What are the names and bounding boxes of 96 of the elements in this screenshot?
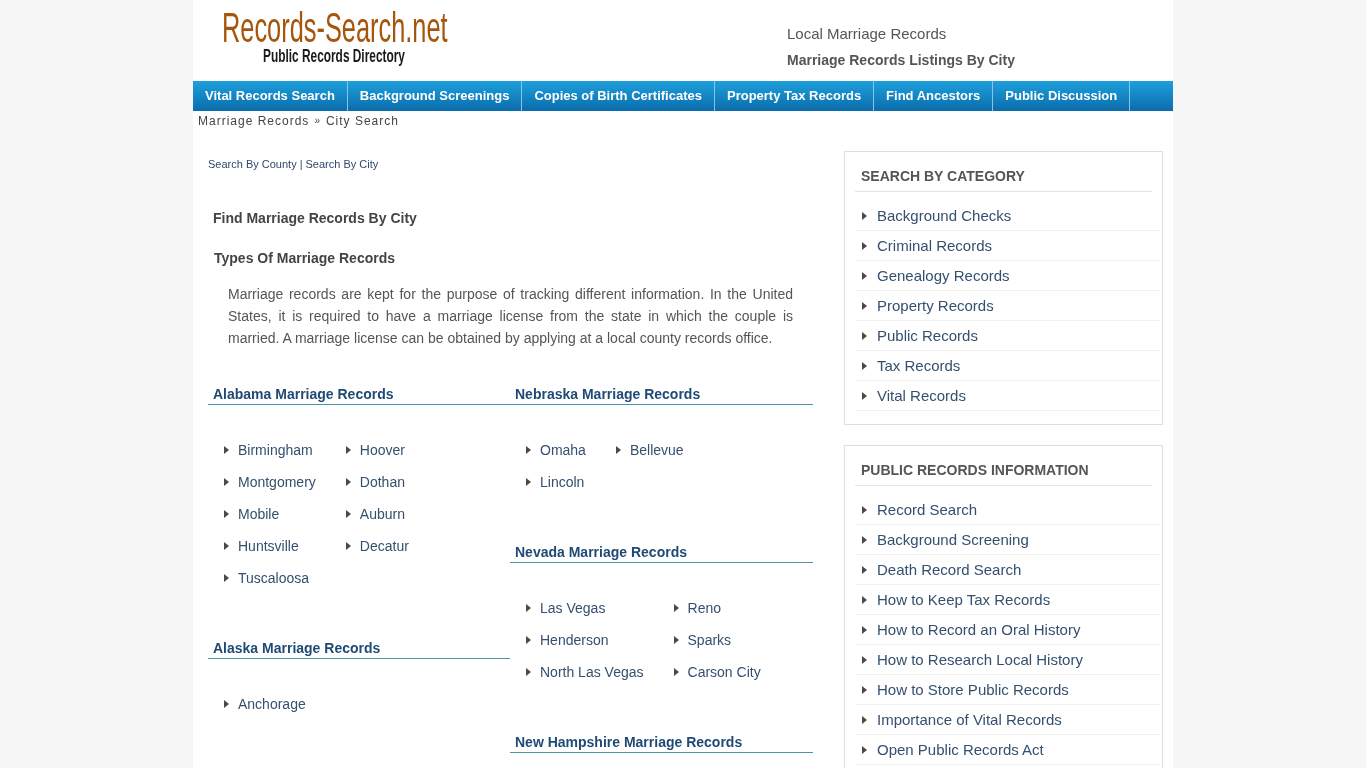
- breadcrumb-link[interactable]: Marriage Records: [198, 111, 310, 131]
- city-link[interactable]: Hoover: [359, 440, 405, 460]
- state-heading: New Hampshire Marriage Records: [510, 732, 813, 753]
- caret-icon: [526, 478, 531, 486]
- state-heading: Alabama Marriage Records: [208, 384, 510, 405]
- breadcrumb-current: City Search: [325, 113, 399, 130]
- city-link[interactable]: Anchorage: [238, 694, 306, 714]
- menu-link[interactable]: Public Discussion: [993, 81, 1131, 111]
- menu-link[interactable]: Vital Records Search: [193, 81, 348, 111]
- caret-icon: [862, 535, 867, 544]
- sidebar-link[interactable]: Property Records: [877, 291, 994, 320]
- caret-icon: [862, 271, 867, 280]
- caret-icon: [673, 604, 679, 612]
- caret-icon: [862, 211, 867, 220]
- sidebar-link[interactable]: Open Public Records Act: [877, 735, 1044, 764]
- caret-icon: [224, 478, 229, 486]
- menu-link[interactable]: Find Ancestors: [874, 81, 994, 111]
- city-link[interactable]: Reno: [687, 598, 721, 618]
- caret-icon: [862, 301, 867, 310]
- caret-icon: [224, 700, 229, 708]
- city-link[interactable]: Carson City: [687, 662, 761, 682]
- caret-icon: [862, 655, 867, 664]
- caret-icon: [224, 510, 229, 518]
- sidebar-link[interactable]: Genealogy Records: [877, 261, 1010, 290]
- caret-icon: [345, 478, 351, 486]
- sidebar-link[interactable]: Death Record Search: [877, 555, 1022, 584]
- sidebar-link[interactable]: Tax Records: [877, 351, 961, 380]
- city-link[interactable]: Montgomery: [238, 472, 316, 492]
- caret-icon: [345, 446, 351, 454]
- sidebar-link[interactable]: Background Screening: [877, 525, 1029, 554]
- caret-icon: [673, 668, 679, 676]
- sidebar-link[interactable]: Record Search: [877, 495, 978, 524]
- search-link[interactable]: Search By City: [305, 157, 379, 172]
- state-heading: Alaska Marriage Records: [208, 638, 510, 659]
- caret-icon: [224, 574, 229, 582]
- sidebar-link[interactable]: How to Research Local History: [877, 645, 1083, 674]
- caret-icon: [862, 625, 867, 634]
- caret-icon: [345, 510, 351, 518]
- header-heading: Marriage Records Listings By City: [787, 51, 1015, 70]
- sidebar-link[interactable]: Background Checks: [877, 201, 1012, 230]
- article-paragraph: Marriage records are kept for the purpose of tracking different information. In the United States, it is required to have a marriage license from the state in which the couple is married. A marriage license can be obtained by applying at a local county records office.: [228, 285, 793, 348]
- sidebar-link[interactable]: Vital Records: [877, 381, 966, 410]
- site-logo[interactable]: Records-Search.net: [222, 6, 448, 49]
- caret-icon: [862, 685, 867, 694]
- panel-title: PUBLIC RECORDS INFORMATION: [860, 461, 1090, 480]
- header-subtitle: Local Marriage Records: [787, 24, 948, 44]
- caret-icon: [526, 446, 531, 454]
- caret-icon: [862, 505, 867, 514]
- sidebar-link[interactable]: How to Record an Oral History: [877, 615, 1081, 644]
- caret-icon: [862, 391, 867, 400]
- menu-link[interactable]: Property Tax Records: [714, 81, 875, 111]
- caret-icon: [862, 361, 867, 370]
- sidebar-link[interactable]: Importance of Vital Records: [877, 705, 1062, 734]
- city-link[interactable]: Mobile: [238, 504, 280, 524]
- caret-icon: [526, 668, 531, 676]
- link-separator: |: [299, 157, 303, 172]
- menu-link[interactable]: Background Screenings: [347, 81, 523, 111]
- caret-icon: [673, 636, 679, 644]
- caret-icon: [862, 745, 867, 754]
- sidebar-link[interactable]: Public Records: [877, 321, 978, 350]
- section-heading: Types Of Marriage Records: [214, 249, 397, 268]
- state-heading: Nebraska Marriage Records: [510, 384, 813, 405]
- city-link[interactable]: Birmingham: [238, 440, 313, 460]
- sidebar-link[interactable]: How to Keep Tax Records: [877, 585, 1051, 614]
- city-link[interactable]: North Las Vegas: [540, 662, 644, 682]
- caret-icon: [526, 636, 531, 644]
- caret-icon: [862, 595, 867, 604]
- caret-icon: [615, 446, 621, 454]
- caret-icon: [224, 446, 229, 454]
- city-link[interactable]: Huntsville: [238, 536, 299, 556]
- search-link[interactable]: Search By County: [208, 157, 297, 172]
- sidebar-link[interactable]: Criminal Records: [877, 231, 993, 260]
- city-link[interactable]: Sparks: [687, 630, 732, 650]
- city-link[interactable]: Auburn: [359, 504, 405, 524]
- city-link[interactable]: Decatur: [359, 536, 409, 556]
- panel-title: SEARCH BY CATEGORY: [860, 167, 1026, 186]
- sidebar-link[interactable]: How to Store Public Records: [877, 675, 1069, 704]
- caret-icon: [862, 715, 867, 724]
- caret-icon: [862, 331, 867, 340]
- caret-icon: [224, 542, 229, 550]
- caret-icon: [862, 565, 867, 574]
- state-heading: Nevada Marriage Records: [510, 542, 813, 563]
- city-link[interactable]: Bellevue: [629, 440, 684, 460]
- city-link[interactable]: Las Vegas: [540, 598, 606, 618]
- city-link[interactable]: Omaha: [540, 440, 586, 460]
- breadcrumb-separator: »: [314, 114, 321, 128]
- caret-icon: [345, 542, 351, 550]
- menu-link[interactable]: Copies of Birth Certificates: [522, 81, 715, 111]
- city-link[interactable]: Tuscaloosa: [238, 568, 310, 588]
- caret-icon: [526, 604, 531, 612]
- city-link[interactable]: Henderson: [540, 630, 609, 650]
- city-link[interactable]: Dothan: [359, 472, 405, 492]
- city-link[interactable]: Lincoln: [540, 472, 585, 492]
- page-title: Find Marriage Records By City: [213, 209, 418, 228]
- caret-icon: [862, 241, 867, 250]
- logo-tagline: Public Records Directory: [263, 47, 405, 65]
